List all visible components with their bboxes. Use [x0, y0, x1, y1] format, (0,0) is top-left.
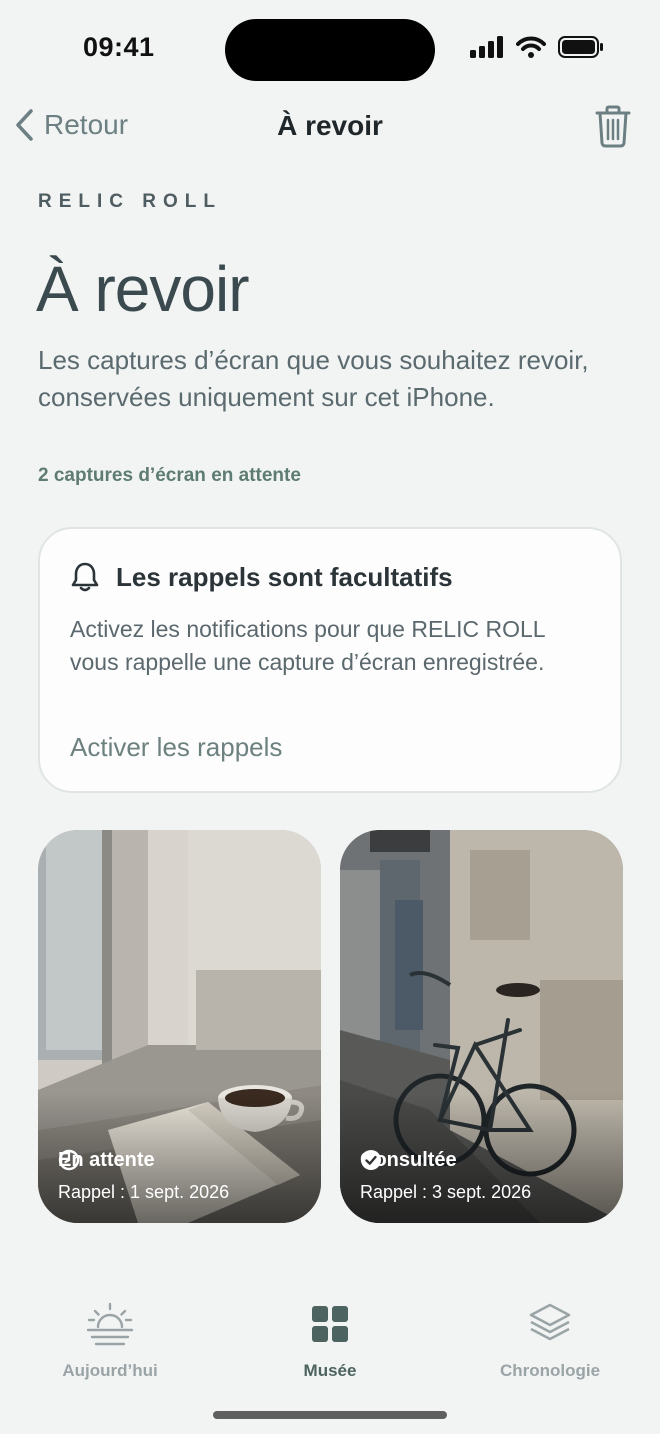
wifi-icon [516, 36, 546, 58]
enable-reminders-link[interactable]: Activer les rappels [70, 732, 282, 763]
tab-museum[interactable]: Musée [240, 1300, 420, 1381]
brand-eyebrow: RELIC ROLL [38, 191, 222, 212]
tab-timeline[interactable]: Chronologie [460, 1300, 640, 1381]
battery-icon [558, 36, 603, 58]
status-icons [470, 36, 604, 58]
clock-icon [58, 1149, 80, 1171]
home-indicator [213, 1411, 447, 1419]
bell-icon [71, 562, 99, 592]
tab-timeline-label: Chronologie [499, 1361, 601, 1380]
page-description: Les captures d’écran que vous souhaitez … [38, 345, 589, 412]
trash-icon[interactable] [594, 104, 632, 148]
photo-2-reminder-date: Rappel : 3 sept. 2026 [360, 1182, 532, 1202]
reminder-card-title: Les rappels sont facultatifs [116, 561, 453, 592]
screenshot-card-2[interactable]: Consultée Rappel : 3 sept. 2026 [340, 830, 623, 1223]
reminder-card-header: Les rappels sont facultatifs [70, 561, 453, 593]
reminder-card: Les rappels sont facultatifs Activez les… [38, 527, 622, 793]
photo-2-status: Consultée [360, 1149, 457, 1172]
photo-1-status: En attente [58, 1149, 155, 1172]
cellular-signal-icon [470, 36, 503, 58]
tab-today[interactable]: Aujourd’hui [20, 1300, 200, 1381]
check-circle-icon [361, 1150, 381, 1170]
screenshot-card-1[interactable]: En attente Rappel : 1 sept. 2026 [38, 830, 321, 1223]
nav-title: À revoir [277, 110, 383, 141]
tab-today-label: Aujourd’hui [62, 1361, 158, 1380]
photo-1-reminder-date: Rappel : 1 sept. 2026 [58, 1182, 230, 1202]
status-time: 09:41 [83, 32, 155, 62]
layers-icon [529, 1303, 571, 1341]
reminder-card-text: Activez les notifications pour que RELIC… [70, 616, 545, 675]
grid-icon [312, 1306, 348, 1342]
sunrise-icon [86, 1302, 134, 1346]
pending-count: 2 captures d’écran en attente [38, 465, 301, 486]
page-title: À revoir [36, 253, 249, 325]
tab-museum-label: Musée [303, 1361, 357, 1380]
dynamic-island [225, 19, 435, 81]
